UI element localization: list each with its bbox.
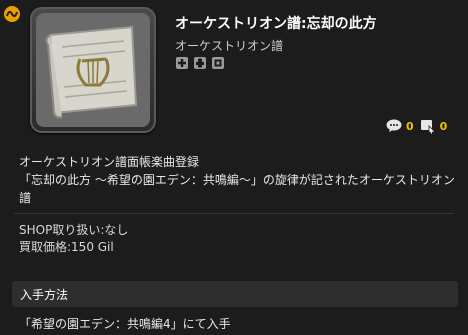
comments-stat[interactable]: 0 <box>386 119 414 133</box>
shop-handling: SHOP取り扱い:なし <box>19 223 129 237</box>
bookmark-cursor-icon <box>420 120 436 134</box>
item-description: オーケストリオン譜面帳楽曲登録 「忘却の此方 ～希望の園エデン：共鳴編～」の旋律… <box>19 153 459 207</box>
speech-bubble-icon <box>386 119 402 132</box>
acquisition-method: 「希望の園エデン：共鳴編4」にて入手 <box>19 317 231 331</box>
item-stats: 0 0 <box>386 118 447 134</box>
description-line-1: オーケストリオン譜面帳楽曲登録 <box>19 155 200 169</box>
shop-info: SHOP取り扱い:なし 買取価格:150 Gil <box>19 222 128 256</box>
item-title: オーケストリオン譜:忘却の此方 <box>175 16 377 32</box>
item-icon <box>30 7 156 133</box>
healer-role-icon <box>194 57 206 69</box>
orchestrion-scroll-icon <box>36 13 150 127</box>
comments-count: 0 <box>406 119 414 133</box>
job-icons <box>175 56 225 70</box>
item-category: オーケストリオン譜 <box>175 39 284 53</box>
divider <box>14 213 454 214</box>
description-line-2: 「忘却の此方 ～希望の園エデン：共鳴編～」の旋律が記されたオーケストリオン譜 <box>19 173 455 205</box>
acquisition-header-label: 入手方法 <box>20 288 69 302</box>
tank-role-icon <box>176 57 188 69</box>
acquisition-header: 入手方法 <box>12 281 458 307</box>
bookmarks-count: 0 <box>439 119 448 133</box>
bookmarks-stat[interactable]: 0 <box>420 118 448 134</box>
sell-price: 買取価格:150 Gil <box>19 240 114 254</box>
dps-role-icon <box>212 57 224 69</box>
site-logo-icon[interactable] <box>4 6 20 22</box>
